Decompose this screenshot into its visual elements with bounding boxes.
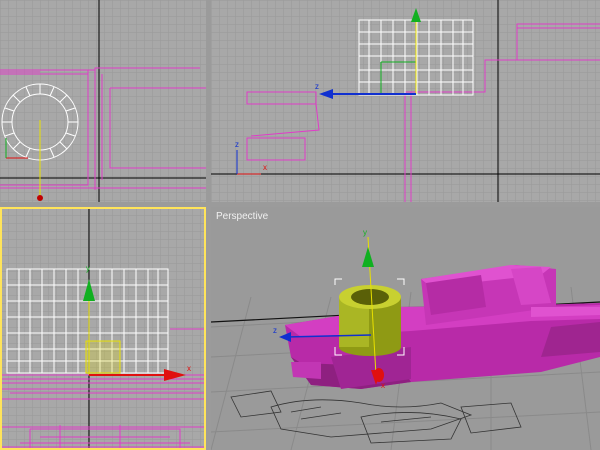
gizmo-x-label: x bbox=[187, 364, 191, 373]
persp-z-label: z bbox=[273, 326, 277, 335]
tripod-x-label: x bbox=[263, 163, 267, 172]
gizmo-y-label: y bbox=[86, 264, 90, 273]
viewport-label-perspective[interactable]: Perspective bbox=[216, 211, 268, 222]
persp-x-label: x bbox=[381, 381, 385, 390]
perspective-viewport[interactable]: y z x Perspective bbox=[211, 207, 600, 450]
cylinder-object bbox=[339, 285, 401, 356]
top-left-viewport[interactable] bbox=[0, 0, 206, 202]
bottom-left-viewport[interactable]: y x bbox=[0, 207, 206, 450]
top-right-viewport[interactable]: z x z bbox=[211, 0, 600, 202]
tripod-z-label: z bbox=[235, 140, 239, 149]
viewport-layout: z x z y x y z x Perspective bbox=[0, 0, 600, 450]
persp-y-label: y bbox=[363, 228, 367, 237]
gizmo-z-label: z bbox=[315, 82, 319, 91]
